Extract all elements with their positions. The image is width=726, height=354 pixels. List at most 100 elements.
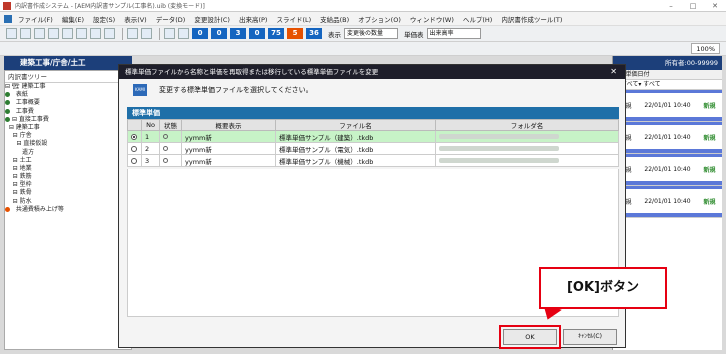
right-column-header: ▼ 単価日付 xyxy=(613,70,722,80)
menu-help[interactable]: ヘルプ(H) xyxy=(463,14,492,24)
tree-item[interactable]: ⊟ 🏗 建築工事 xyxy=(5,83,131,91)
row-no: 3 xyxy=(141,154,160,167)
maximize-button[interactable]: □ xyxy=(682,2,704,10)
row-status xyxy=(159,142,182,155)
ok-button-callout: [OK]ボタン xyxy=(539,267,667,309)
zoom-select[interactable]: 100% xyxy=(691,43,720,54)
price-file-table: No 状態 概要表示 ファイル名 フォルダ名 1 yymm新 標準単価サンプル（建築… xyxy=(127,119,619,167)
table-row[interactable]: 1 yymm新 標準単価サンプル（建築）.tkdb xyxy=(127,130,619,143)
undo-icon[interactable] xyxy=(104,28,115,39)
tree-item[interactable]: 工事概要 xyxy=(5,99,131,107)
tree-item[interactable]: 共通費積み上げ等 xyxy=(5,206,131,214)
dialog-titlebar: 標準単価ファイルから名称と単価を再取得または移行している標準単価ファイルを変更 … xyxy=(119,65,625,79)
minimize-button[interactable]: – xyxy=(660,2,682,10)
counter-5: 75 xyxy=(268,28,284,39)
delete-icon[interactable] xyxy=(127,28,138,39)
toolbar-separator xyxy=(122,27,123,40)
tree-item[interactable]: ⊟ 地業 xyxy=(5,165,131,173)
table-row[interactable]: 2 yymm新 標準単価サンプル（電気）.tkdb xyxy=(127,142,619,155)
table-row[interactable]: 3 yymm新 標準単価サンプル（機械）.tkdb xyxy=(127,154,619,167)
right-row-date: 22/01/01 10:40 xyxy=(644,198,691,205)
counter-4: 0 xyxy=(249,28,265,39)
counter-3: 3 xyxy=(230,28,246,39)
calc-icon[interactable] xyxy=(164,28,175,39)
menu-tools[interactable]: 内訳書作成ツール(T) xyxy=(501,14,562,24)
print-icon[interactable] xyxy=(48,28,59,39)
col-folder: フォルダ名 xyxy=(435,119,619,131)
close-window-button[interactable]: ✕ xyxy=(704,2,726,10)
tree-node-icon xyxy=(5,108,10,114)
right-list-row[interactable]: 新規22/01/01 10:40新規 xyxy=(613,154,722,186)
right-list-row[interactable]: 新規22/01/01 10:40新規 xyxy=(613,186,722,218)
tree-item[interactable]: ⊟ 土工 xyxy=(5,157,131,165)
copy-icon[interactable] xyxy=(76,28,87,39)
display-select[interactable]: 変更後の数量 xyxy=(344,28,398,39)
menu-settings[interactable]: 設定(S) xyxy=(93,14,115,24)
ok-button[interactable]: OK xyxy=(503,329,557,345)
tree-item[interactable]: ⊟ 直接仮設 xyxy=(5,140,131,148)
right-list-row[interactable]: 新規22/01/01 10:40新規 xyxy=(613,122,722,154)
window-titlebar: 内訳書作成システム - [AEM内訳書サンプル(工事名).uib (変換モード)… xyxy=(0,0,726,12)
row-folder xyxy=(435,130,619,143)
row-summary: yymm新 xyxy=(181,130,276,143)
row-radio-button[interactable] xyxy=(131,133,137,140)
right-filter-row[interactable]: すべて▾ すべて xyxy=(613,80,722,90)
row-radio-cell[interactable] xyxy=(127,142,142,155)
row-radio-button[interactable] xyxy=(131,157,137,164)
row-filename: 標準単価サンプル（電気）.tkdb xyxy=(275,142,436,155)
tree-item[interactable]: ⊟ 建築工事 xyxy=(5,124,131,132)
menu-options[interactable]: オプション(O) xyxy=(358,14,401,24)
tree-item[interactable]: ⊟ 防水 xyxy=(5,198,131,206)
tree-node-icon xyxy=(5,116,10,122)
row-folder xyxy=(435,154,619,167)
progress-rate-select[interactable]: 出来高率 xyxy=(426,28,481,39)
row-folder xyxy=(435,142,619,155)
search-icon[interactable] xyxy=(141,28,152,39)
row-summary: yymm新 xyxy=(181,154,276,167)
new-file-icon[interactable] xyxy=(6,28,17,39)
row-status xyxy=(159,154,182,167)
col-filename: ファイル名 xyxy=(275,119,436,131)
right-row-kind: 新規 xyxy=(703,167,716,174)
right-row-date: 22/01/01 10:40 xyxy=(644,134,691,141)
window-title: 内訳書作成システム - [AEM内訳書サンプル(工事名).uib (変換モード)… xyxy=(15,3,205,10)
save-icon[interactable] xyxy=(34,28,45,39)
row-no: 1 xyxy=(141,130,160,143)
tree-item[interactable]: ⊟ 鉄骨 xyxy=(5,189,131,197)
col-no: No xyxy=(141,119,160,131)
tree-item[interactable]: 遣方 xyxy=(5,149,131,157)
menu-data[interactable]: データ(D) xyxy=(156,14,186,24)
status-circle-icon xyxy=(163,133,168,139)
row-radio-cell[interactable] xyxy=(127,130,142,143)
menu-change-design[interactable]: 変更設計(C) xyxy=(194,14,230,24)
tree-panel: 内訳書ツリー ⊟ 🏗 建築工事 表紙 工事概要 工事費 ⊟ 直接工事費 ⊟ 建築工… xyxy=(4,70,132,350)
menu-slide[interactable]: スライド(L) xyxy=(276,14,311,24)
edit-icon[interactable] xyxy=(62,28,73,39)
toolbar-separator xyxy=(159,27,160,40)
open-folder-icon[interactable] xyxy=(20,28,31,39)
menu-edit[interactable]: 編集(E) xyxy=(62,14,84,24)
menu-progress[interactable]: 出来高(P) xyxy=(239,14,268,24)
right-rows: 新規22/01/01 10:40新規新規22/01/01 10:40新規新規22… xyxy=(613,90,722,218)
tree-list: ⊟ 🏗 建築工事 表紙 工事概要 工事費 ⊟ 直接工事費 ⊟ 建築工事 ⊟ 庁舎 … xyxy=(5,83,131,214)
row-radio-cell[interactable] xyxy=(127,154,142,167)
tree-item[interactable]: 工事費 xyxy=(5,108,131,116)
tree-item-label: ⊟ 土工 xyxy=(5,156,32,164)
dialog-close-icon[interactable]: ✕ xyxy=(610,65,617,79)
menu-supplied[interactable]: 支給品(B) xyxy=(320,14,349,24)
counter-1: 0 xyxy=(192,28,208,39)
redacted-folder-path xyxy=(439,134,559,139)
tree-item[interactable]: ⊟ 直接工事費 xyxy=(5,116,131,124)
right-list-row[interactable]: 新規22/01/01 10:40新規 xyxy=(613,90,722,122)
menu-file[interactable]: ファイル(F) xyxy=(18,14,53,24)
tree-item-label: ⊟ 防水 xyxy=(5,197,32,205)
app-menu-icon[interactable] xyxy=(4,14,12,23)
display-label: 表示 xyxy=(328,30,341,39)
menu-view[interactable]: 表示(V) xyxy=(124,14,147,24)
menu-window[interactable]: ウィンドウ(W) xyxy=(410,14,454,24)
row-status xyxy=(159,130,182,143)
chart-icon[interactable] xyxy=(178,28,189,39)
cancel-button[interactable]: ｷｬﾝｾﾙ(C) xyxy=(563,329,617,345)
paste-icon[interactable] xyxy=(90,28,101,39)
row-radio-button[interactable] xyxy=(131,145,137,152)
